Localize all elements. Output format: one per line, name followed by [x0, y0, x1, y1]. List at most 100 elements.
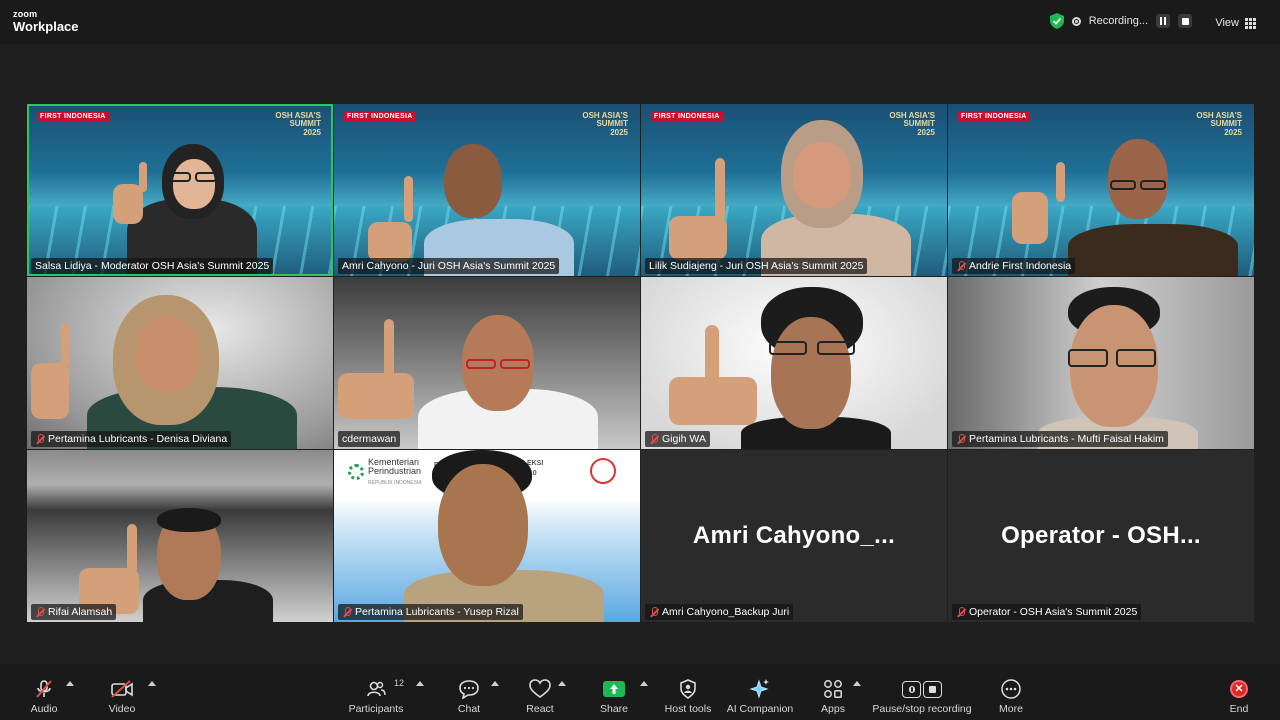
first-indonesia-logo: FIRST INDONESIA	[344, 112, 416, 121]
stop-recording-button[interactable]	[1178, 14, 1192, 28]
finger	[127, 524, 137, 574]
muted-mic-icon	[649, 606, 659, 618]
participant-name-label: Amri Cahyono - Juri OSH Asia's Summit 20…	[338, 258, 560, 274]
participants-button[interactable]: 12 Participants	[346, 678, 406, 715]
muted-mic-icon	[956, 606, 966, 618]
encryption-shield-icon[interactable]	[1049, 13, 1064, 29]
video-options-chevron-icon[interactable]	[148, 681, 156, 686]
host-tools-label: Host tools	[664, 703, 712, 715]
video-tile[interactable]: cdermawan	[334, 277, 640, 449]
participants-label: Participants	[348, 703, 404, 715]
muted-mic-icon	[956, 433, 966, 445]
recording-controls-icon	[902, 680, 942, 698]
glasses	[1116, 349, 1156, 367]
muted-mic-icon	[35, 433, 45, 445]
camera-off-icon	[111, 680, 133, 698]
meeting-toolbar: Audio Video 12 Participants Chat React S…	[0, 664, 1280, 720]
audio-button[interactable]: Audio	[26, 678, 62, 715]
video-label: Video	[108, 703, 136, 715]
ai-companion-label: AI Companion	[726, 703, 794, 715]
video-tile[interactable]: Pertamina Lubricants - Denisa Diviana	[27, 277, 333, 449]
more-dots-icon	[1001, 679, 1021, 699]
share-button[interactable]: Share	[596, 678, 632, 715]
apps-button[interactable]: Apps	[818, 678, 848, 715]
share-options-chevron-icon[interactable]	[640, 681, 648, 686]
participant-name-label: Rifai Alamsah	[31, 604, 117, 620]
participant-face	[135, 315, 199, 393]
pause-stop-recording-button[interactable]: Pause/stop recording	[872, 678, 972, 715]
react-options-chevron-icon[interactable]	[558, 681, 566, 686]
participant-body	[1068, 224, 1238, 276]
participant-name-label: Pertamina Lubricants - Mufti Faisal Haki…	[952, 431, 1168, 447]
mic-muted-icon	[36, 680, 52, 698]
participant-face	[444, 144, 502, 218]
first-indonesia-logo: FIRST INDONESIA	[37, 112, 109, 121]
participant-name-label: Salsa Lidiya - Moderator OSH Asia's Summ…	[31, 258, 274, 274]
zoom-workplace-logo: zoom Workplace	[13, 10, 79, 34]
end-meeting-button[interactable]: ✕ End	[1224, 678, 1254, 715]
first-indonesia-logo: FIRST INDONESIA	[958, 112, 1030, 121]
glasses	[466, 359, 496, 369]
participant-face	[173, 159, 215, 209]
participant-name-label: Amri Cahyono_Backup Juri	[645, 604, 794, 620]
video-button[interactable]: Video	[102, 678, 142, 715]
react-button[interactable]: React	[522, 678, 558, 715]
chat-bubble-icon	[459, 680, 479, 699]
pause-stop-label: Pause/stop recording	[872, 703, 972, 715]
top-bar: zoom Workplace Recording... View	[0, 0, 1280, 44]
hand	[669, 216, 727, 260]
audio-options-chevron-icon[interactable]	[66, 681, 74, 686]
participant-face	[1108, 139, 1168, 219]
video-tile[interactable]: FIRST INDONESIA OSH ASIA'S SUMMIT 2025 Amr…	[334, 104, 640, 276]
participant-name-label: Lilik Sudiajeng - Juri OSH Asia's Summit…	[645, 258, 868, 274]
finger	[384, 319, 394, 377]
participants-count: 12	[393, 678, 404, 688]
participants-options-chevron-icon[interactable]	[416, 681, 424, 686]
apps-label: Apps	[821, 703, 845, 715]
finger	[139, 162, 147, 192]
video-tile-camera-off[interactable]: Operator - OSH... Operator - OSH Asia's …	[948, 450, 1254, 622]
participant-name-label: Pertamina Lubricants - Denisa Diviana	[31, 431, 232, 447]
recording-label: Recording...	[1088, 15, 1148, 27]
glasses	[769, 341, 807, 355]
grid-view-icon	[1245, 17, 1256, 29]
view-label: View	[1215, 17, 1239, 29]
participant-hair	[157, 508, 221, 532]
view-button[interactable]: View	[1215, 17, 1256, 29]
finger	[705, 325, 719, 385]
chat-options-chevron-icon[interactable]	[491, 681, 499, 686]
participant-name-label: Operator - OSH Asia's Summit 2025	[952, 604, 1142, 620]
video-tile[interactable]: FIRST INDONESIA OSH ASIA'S SUMMIT 2025 Lil…	[641, 104, 947, 276]
video-tile[interactable]: Pertamina Lubricants - Mufti Faisal Haki…	[948, 277, 1254, 449]
apps-icon	[824, 680, 842, 698]
kemenperin-logo: Kementerian Perindustrian REPUBLIK INDONES…	[348, 457, 422, 486]
glasses	[1068, 349, 1108, 367]
share-screen-icon	[603, 681, 625, 697]
muted-mic-icon	[956, 260, 966, 272]
apps-options-chevron-icon[interactable]	[853, 681, 861, 686]
recording-dot-icon	[1071, 16, 1081, 26]
ai-companion-button[interactable]: AI Companion	[726, 678, 794, 715]
glasses	[169, 172, 191, 182]
video-tile[interactable]: Rifai Alamsah	[27, 450, 333, 622]
video-tile[interactable]: FIRST INDONESIA OSH ASIA'S SUMMIT 2025 Sal…	[27, 104, 333, 276]
video-tile[interactable]: Gigih WA	[641, 277, 947, 449]
chat-button[interactable]: Chat	[452, 678, 486, 715]
muted-mic-icon	[342, 606, 352, 618]
pause-recording-button[interactable]	[1156, 14, 1170, 28]
glasses	[195, 172, 217, 182]
host-tools-button[interactable]: Host tools	[662, 678, 714, 715]
heart-react-icon	[529, 679, 551, 698]
video-tile[interactable]: Kementerian Perindustrian REPUBLIK INDONES…	[334, 450, 640, 622]
glasses	[1140, 180, 1166, 190]
glasses	[817, 341, 855, 355]
video-tile[interactable]: FIRST INDONESIA OSH ASIA'S SUMMIT 2025 And…	[948, 104, 1254, 276]
more-button[interactable]: More	[994, 678, 1028, 715]
recording-status: Recording...	[1049, 13, 1192, 29]
first-indonesia-logo: FIRST INDONESIA	[651, 112, 723, 121]
participant-face	[438, 464, 528, 586]
video-tile-camera-off[interactable]: Amri Cahyono_... Amri Cahyono_Backup Jur…	[641, 450, 947, 622]
participant-display-name: Operator - OSH...	[1001, 522, 1201, 549]
participant-name-label: Gigih WA	[645, 431, 710, 447]
participant-face	[793, 142, 851, 208]
